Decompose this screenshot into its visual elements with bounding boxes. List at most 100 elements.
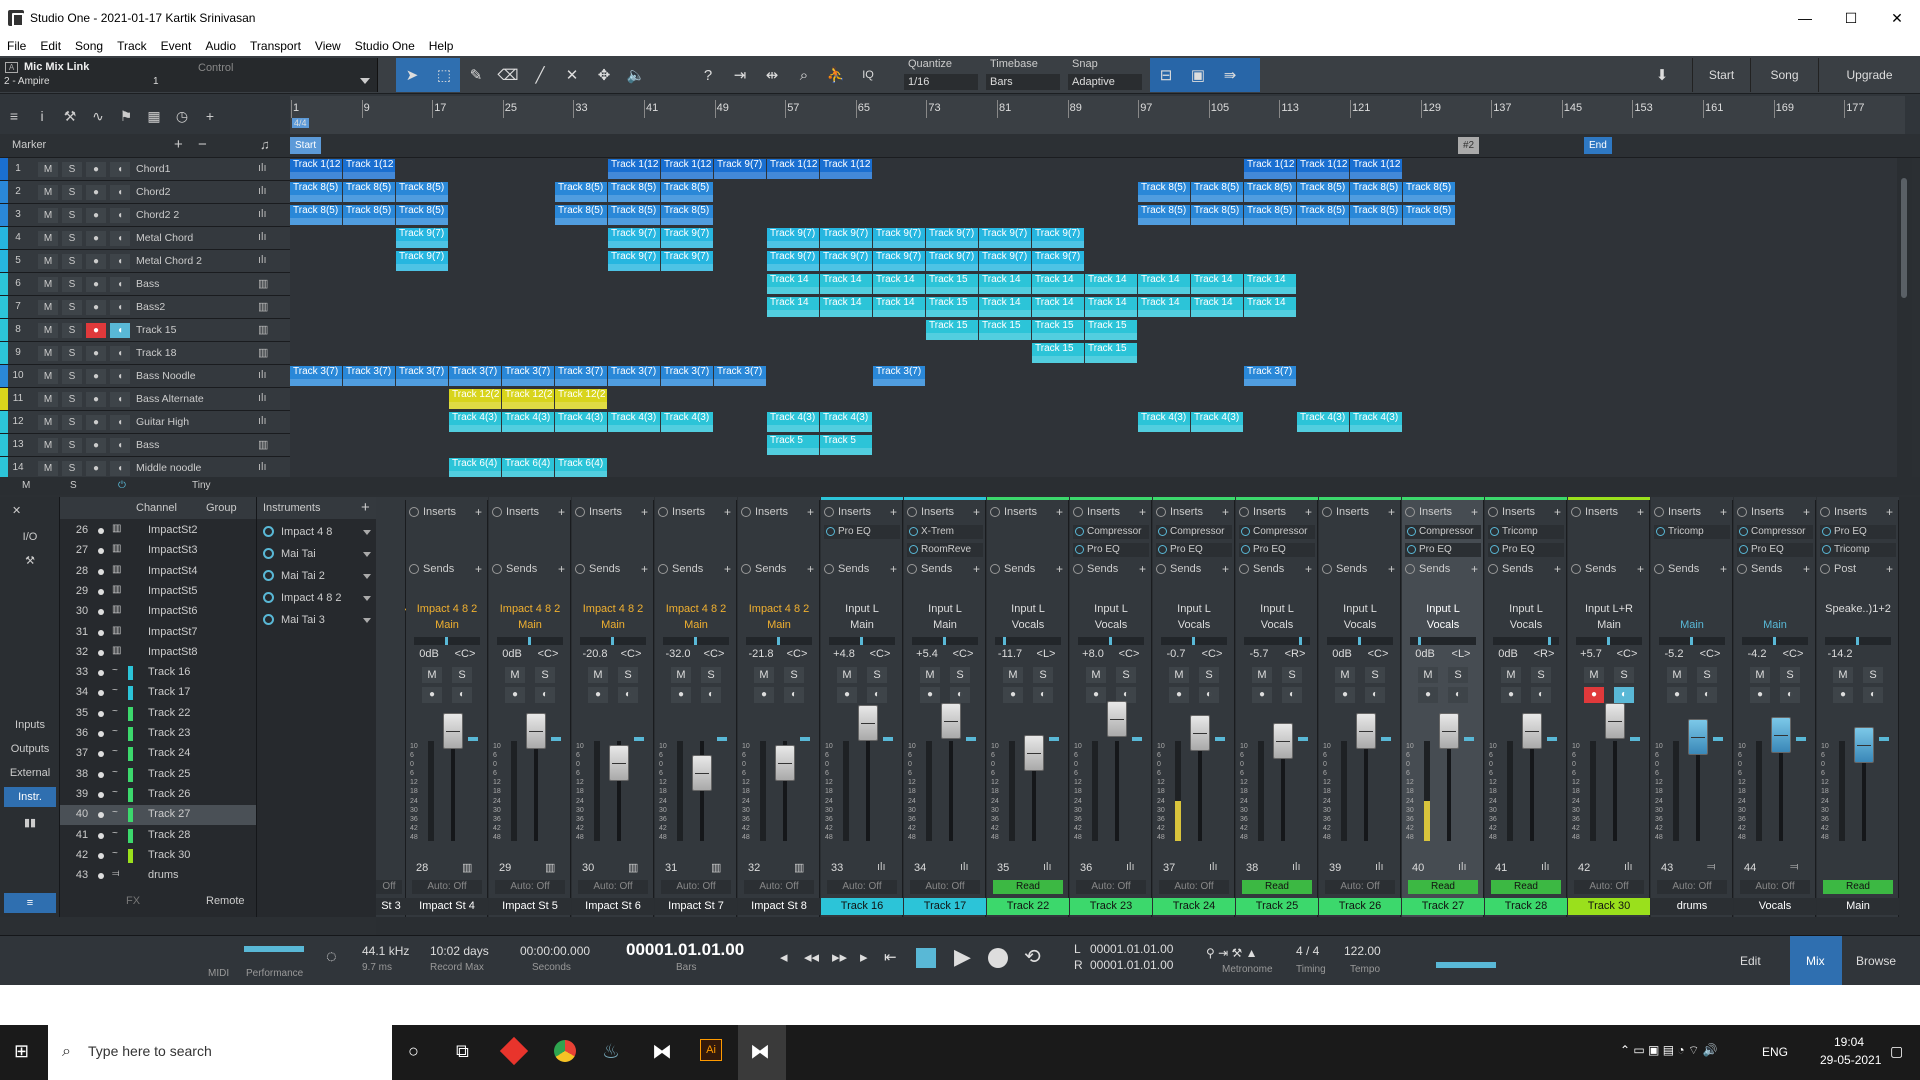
channel-visible-dot[interactable] [98, 609, 104, 616]
sends-header[interactable]: Sends + [1488, 562, 1564, 577]
channel-visible-dot[interactable] [98, 588, 104, 595]
output-select[interactable]: Vocals [1074, 617, 1148, 633]
power-icon[interactable] [1822, 527, 1831, 536]
volume-fader[interactable] [1771, 717, 1791, 753]
insert-plugin[interactable]: Pro EQ [1405, 543, 1481, 557]
input-select[interactable]: Impact 4 8 2 [410, 601, 484, 617]
channel-name-label[interactable]: Track 17 [904, 898, 986, 915]
audio-event[interactable]: Track 4(3) [502, 412, 554, 432]
audio-event[interactable]: Track 9(7) [714, 159, 766, 179]
power-icon[interactable] [658, 507, 668, 517]
power-icon[interactable] [263, 592, 274, 603]
add-send-icon[interactable]: + [1554, 562, 1561, 576]
insert-plugin[interactable]: Compressor [1405, 525, 1481, 539]
audio-event[interactable]: Track 14 [820, 274, 872, 294]
audio-event[interactable]: Track 1(12 [820, 159, 872, 179]
audio-event[interactable]: Track 9(7) [767, 228, 819, 248]
channel-name-label[interactable]: Impact St 8 [738, 898, 820, 915]
monitor-button[interactable]: ◐ [1780, 687, 1800, 703]
channel-name-label[interactable]: Impact St 6 [572, 898, 654, 915]
io-routing[interactable]: Impact 4 8 2 Main [659, 601, 733, 633]
sends-header[interactable]: Sends + [990, 562, 1066, 577]
audio-event[interactable]: Track 14 [1244, 274, 1296, 294]
metronome-icon[interactable]: ⚲ ⇥ ⚒ ▲ [1206, 946, 1257, 960]
power-icon[interactable] [1241, 545, 1250, 554]
power-icon[interactable] [1156, 507, 1166, 517]
audio-event[interactable]: Track 8(5) [1138, 182, 1190, 202]
input-select[interactable]: Input L+R [1572, 601, 1646, 617]
channel-name-label[interactable]: Track 30 [1568, 898, 1650, 915]
power-icon[interactable]: ⏻ [118, 480, 126, 491]
channel-list-item[interactable]: 39 ~ Track 26 [60, 785, 256, 805]
insert-plugin[interactable]: Pro EQ [1156, 543, 1232, 557]
track-solo-button[interactable]: S [62, 277, 82, 292]
audio-event[interactable]: Track 9(7) [608, 228, 660, 248]
automation-mode[interactable]: Read [1242, 880, 1312, 894]
audio-event[interactable]: Track 9(7) [608, 251, 660, 271]
audio-event[interactable]: Track 12(2 [502, 389, 554, 409]
output-select[interactable]: Main [410, 617, 484, 633]
insert-plugin[interactable]: Pro EQ [1737, 543, 1813, 557]
power-icon[interactable] [1739, 545, 1748, 554]
audio-event[interactable]: Track 8(5) [343, 182, 395, 202]
pan-readout[interactable]: <C> [448, 648, 482, 662]
audio-event[interactable]: Track 3(7) [343, 366, 395, 386]
volume-readout[interactable]: -5.7 [1242, 648, 1276, 662]
io-routing[interactable]: Impact 4 8 2 Main [576, 601, 650, 633]
add-insert-icon[interactable]: + [1139, 505, 1146, 519]
pan-readout[interactable]: <C> [1776, 648, 1810, 662]
add-send-icon[interactable]: + [1471, 562, 1478, 576]
track-row[interactable]: 4 M S ● ◖ Metal Chord ılı [0, 227, 290, 250]
channel-strip[interactable]: Inserts + Sends + Input L+R Main +5.7 <C> M S ● ◐ 10… [1568, 497, 1650, 917]
pan-slider[interactable] [1161, 637, 1227, 645]
stop-icon[interactable] [916, 948, 936, 968]
power-icon[interactable] [1322, 564, 1332, 574]
audio-event[interactable]: Track 8(5) [1244, 205, 1296, 225]
channel-visible-dot[interactable] [98, 852, 104, 859]
output-select[interactable]: Main [1572, 617, 1646, 633]
outputs-button[interactable]: Outputs [4, 739, 56, 759]
mute-button[interactable]: M [1003, 667, 1023, 683]
power-icon[interactable] [1739, 527, 1748, 536]
io-routing[interactable]: Input L Main [825, 601, 899, 633]
audio-event[interactable]: Track 14 [1085, 297, 1137, 317]
add-insert-icon[interactable]: + [558, 505, 565, 519]
input-select[interactable]: Input L [1489, 601, 1563, 617]
track-record-button[interactable]: ● [86, 438, 106, 453]
power-icon[interactable] [1405, 564, 1415, 574]
pan-readout[interactable]: <C> [1361, 648, 1395, 662]
audio-event[interactable]: Track 8(5) [1297, 182, 1349, 202]
track-mute-button[interactable]: M [38, 231, 58, 246]
channel-name-label[interactable]: Track 23 [1070, 898, 1152, 915]
audio-event[interactable]: Track 8(5) [290, 182, 342, 202]
channel-strip[interactable]: Inserts + Tricomp Sends + Main -5.2 <C> M S ● ◐ 10 6 0… [1651, 497, 1733, 917]
add-instrument-button[interactable]: + [361, 499, 370, 516]
solo-button[interactable]: S [452, 667, 472, 683]
record-arm-button[interactable]: ● [1086, 687, 1106, 703]
input-select[interactable]: Input L [825, 601, 899, 617]
insert-plugin[interactable]: Pro EQ [1239, 543, 1315, 557]
channel-name-label[interactable]: Track 24 [1153, 898, 1235, 915]
channel-visible-dot[interactable] [98, 832, 104, 839]
sends-header[interactable]: Sends + [907, 562, 983, 577]
power-icon[interactable] [1405, 507, 1415, 517]
track-solo-button[interactable]: S [62, 415, 82, 430]
solo-button[interactable]: S [535, 667, 555, 683]
channel-name-label[interactable]: Track 25 [1236, 898, 1318, 915]
mute-button[interactable]: M [1169, 667, 1189, 683]
power-icon[interactable] [1158, 527, 1167, 536]
channel-list-item[interactable]: 42 ~ Track 30 [60, 846, 256, 866]
add-insert-icon[interactable]: + [724, 505, 731, 519]
record-arm-button[interactable]: ● [1335, 687, 1355, 703]
close-button[interactable]: ✕ [1874, 0, 1920, 36]
track-mute-button[interactable]: M [38, 346, 58, 361]
solo-button[interactable]: S [1033, 667, 1053, 683]
sends-header[interactable]: Sends + [409, 562, 485, 577]
audio-event[interactable]: Track 14 [767, 274, 819, 294]
bend-tool-icon[interactable]: ✥ [588, 58, 620, 92]
pan-slider[interactable] [912, 637, 978, 645]
inserts-header[interactable]: Inserts + [907, 505, 983, 520]
io-routing[interactable]: Input L Vocals [1489, 601, 1563, 633]
track-record-button[interactable]: ● [86, 323, 106, 338]
track-row[interactable]: 8 M S ● ◖ Track 15 ▥ [0, 319, 290, 342]
